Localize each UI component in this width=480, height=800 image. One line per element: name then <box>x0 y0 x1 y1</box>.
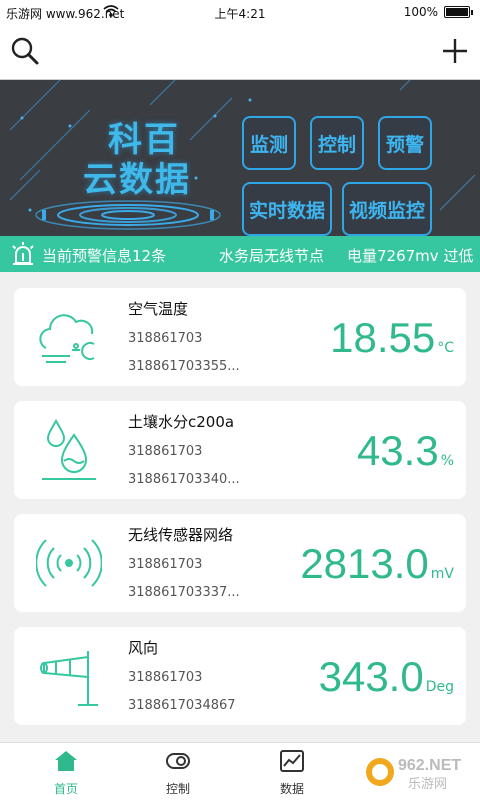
brand-line2: 云数据 <box>83 160 191 200</box>
sensor-value: 43.3 <box>356 427 439 474</box>
sensor-value: 18.55 <box>330 314 436 361</box>
sensor-reading: 43.3% <box>357 427 454 475</box>
monitor-button[interactable]: 监测 <box>242 116 296 170</box>
water-drop-icon <box>36 417 102 483</box>
warning-button[interactable]: 预警 <box>378 116 432 170</box>
sensor-serial: 3188617034867 <box>128 698 236 713</box>
sensor-unit: Deg <box>425 679 454 695</box>
sensor-serial: 318861703355... <box>128 359 240 374</box>
sensor-card-wind-direction[interactable]: 风向 318861703 3188617034867 343.0 Deg <box>14 627 466 725</box>
sensor-name: 无线传感器网络 <box>128 526 234 544</box>
sensor-unit: % <box>440 453 454 469</box>
sensor-unit: mV <box>430 566 454 582</box>
sensor-name: 风向 <box>128 639 159 657</box>
alert-strip[interactable]: 当前预警信息12条 水务局无线节点 电量7267mv 过低 <box>0 236 480 272</box>
watermark-logo: 962.NET 乐游网 <box>364 748 474 792</box>
sensor-id: 318861703 <box>128 331 203 346</box>
nav-home[interactable]: 首页 <box>26 749 106 797</box>
sensor-card-air-temperature[interactable]: 空气温度 318861703 318861703355... 18.55 °C <box>14 288 466 386</box>
sensor-name: 空气温度 <box>128 300 189 318</box>
sensor-id: 318861703 <box>128 444 203 459</box>
sensor-serial: 318861703337... <box>128 585 240 600</box>
svg-text:962.NET: 962.NET <box>398 757 461 774</box>
sensor-id: 318861703 <box>128 670 203 685</box>
top-header <box>0 24 480 80</box>
sensor-reading: 2813.0 mV <box>300 540 454 588</box>
sensor-name: 土壤水分c200a <box>128 413 235 431</box>
battery-icon <box>444 6 473 18</box>
power-text: 电量7267mv 过低 <box>347 247 474 265</box>
sensor-value: 343.0 <box>318 653 424 700</box>
sensor-id: 318861703 <box>128 557 203 572</box>
realtime-data-button[interactable]: 实时数据 <box>242 182 332 236</box>
battery-percent: 100% <box>403 5 438 19</box>
toggle-icon <box>166 753 190 769</box>
nav-data[interactable]: 数据 <box>252 749 332 797</box>
sensor-value: 2813.0 <box>300 540 429 587</box>
wireless-signal-icon <box>35 530 103 596</box>
sensor-reading: 18.55 °C <box>330 314 454 362</box>
brand-line1: 科百 <box>108 120 180 160</box>
nav-control[interactable]: 控制 <box>138 749 218 797</box>
node-text: 水务局无线节点 <box>219 247 325 265</box>
nav-home-label: 首页 <box>53 782 78 796</box>
nav-data-label: 数据 <box>279 782 304 796</box>
status-bar: 乐游网 www.962.net 上午4:21 100% <box>0 0 480 24</box>
alarm-icon <box>10 241 36 271</box>
control-button[interactable]: 控制 <box>310 116 364 170</box>
home-icon <box>55 751 77 771</box>
brand-logo: 科百 云数据 <box>62 120 212 200</box>
nav-control-label: 控制 <box>165 782 190 796</box>
windsock-icon <box>36 643 102 709</box>
svg-text:乐游网: 乐游网 <box>408 777 447 792</box>
sensor-card-soil-moisture[interactable]: 土壤水分c200a 318861703 318861703340... 43.3… <box>14 401 466 499</box>
chart-icon <box>280 750 304 772</box>
sensor-card-wireless-network[interactable]: 无线传感器网络 318861703 318861703337... 2813.0… <box>14 514 466 612</box>
sensor-serial: 318861703340... <box>128 472 240 487</box>
sensor-reading: 343.0 Deg <box>319 653 454 701</box>
hero-banner: 科百 云数据 监测 控制 预警 实时数据 视频监控 <box>0 80 480 236</box>
sensor-unit: °C <box>437 340 454 356</box>
warning-count-text: 当前预警信息12条 <box>42 247 167 265</box>
add-icon[interactable] <box>440 36 470 66</box>
search-icon[interactable] <box>10 36 40 66</box>
video-monitor-button[interactable]: 视频监控 <box>342 182 432 236</box>
cloud-temperature-icon <box>36 304 102 370</box>
